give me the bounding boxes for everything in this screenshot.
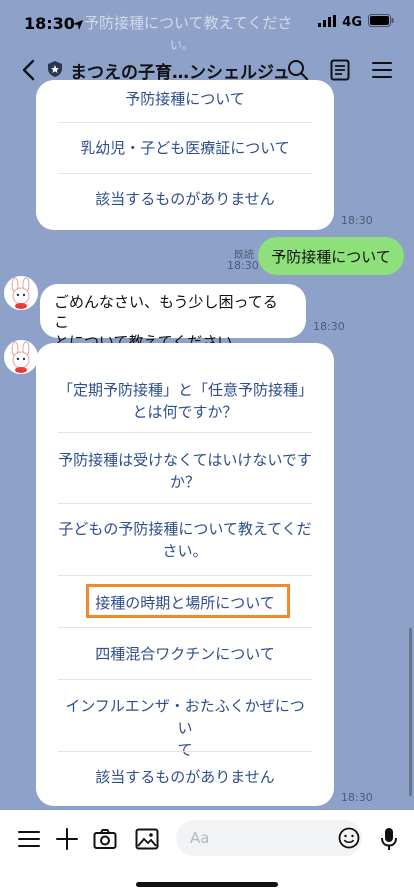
option-text-line: 子どもの予防接種について教えてくだ <box>58 520 312 538</box>
status-indicators: 4G <box>318 14 394 31</box>
option-is-vaccination-required[interactable]: 予防接種は受けなくてはいけないです か？ <box>58 449 312 493</box>
highlight-box <box>86 584 290 618</box>
top-options-card: 予防接種について 乳幼児・子ども医療証について 該当するものがありません <box>36 80 334 230</box>
option-text-line: て <box>177 741 193 759</box>
divider <box>58 751 312 752</box>
add-button[interactable] <box>54 826 80 852</box>
home-indicator <box>136 882 278 887</box>
hamburger-icon <box>18 831 40 847</box>
divider <box>58 122 312 123</box>
status-bar: 18:30 予防接種について教えてくださ い。 4G <box>0 0 414 52</box>
battery-icon <box>368 14 394 31</box>
option-periodic-vs-optional[interactable]: 「定期予防接種」と「任意予防接種」 とは何ですか？ <box>58 379 314 423</box>
plus-icon <box>56 828 78 850</box>
search-button[interactable] <box>286 58 310 82</box>
signal-icon <box>318 14 337 31</box>
divider <box>58 679 312 680</box>
timestamp: 18:30 <box>227 259 259 272</box>
scrollbar[interactable] <box>409 628 412 796</box>
notes-icon <box>330 59 350 81</box>
option-text-line: とは何ですか？ <box>132 403 238 421</box>
timestamp: 18:30 <box>313 320 345 333</box>
location-arrow-icon <box>72 16 84 35</box>
microphone-icon <box>381 828 397 850</box>
option-text-line: 予防接種は受けなくてはいけないです <box>58 451 312 469</box>
voice-button[interactable] <box>376 826 402 852</box>
option-text-line: か？ <box>169 473 200 491</box>
search-icon <box>288 60 309 81</box>
image-button[interactable] <box>134 826 160 852</box>
status-time: 18:30 <box>24 14 75 33</box>
menu-button[interactable] <box>370 58 394 82</box>
hamburger-icon <box>372 62 392 78</box>
divider <box>58 432 312 433</box>
option-text-line: さい。 <box>162 542 208 560</box>
network-label: 4G <box>342 15 362 30</box>
official-shield-icon <box>46 60 64 82</box>
notification-banner-ghost: 予防接種について教えてくださ <box>84 14 293 32</box>
divider <box>58 575 312 576</box>
divider <box>58 627 312 628</box>
emoji-icon <box>338 827 360 849</box>
timestamp: 18:30 <box>341 214 373 227</box>
user-message-bubble[interactable]: 予防接種について <box>258 237 404 275</box>
option-child-vaccination-info[interactable]: 子どもの予防接種について教えてくだ さい。 <box>58 518 312 562</box>
bot-message-bubble[interactable]: ごめんなさい、もう少し困ってるこ とについて教えてください。 <box>40 284 306 351</box>
back-button[interactable] <box>16 56 40 84</box>
menu-toggle-button[interactable] <box>16 826 42 852</box>
emoji-button[interactable] <box>338 827 360 853</box>
divider <box>58 503 312 504</box>
message-input[interactable] <box>176 820 362 856</box>
notes-button[interactable] <box>328 58 352 82</box>
option-none-applicable[interactable]: 該当するものがありません <box>58 188 312 210</box>
option-vaccination[interactable]: 予防接種について <box>58 88 312 110</box>
timestamp: 18:30 <box>341 791 373 804</box>
divider <box>58 173 312 174</box>
bot-avatar[interactable] <box>4 340 38 374</box>
option-text-line: 「定期予防接種」と「任意予防接種」 <box>58 381 314 399</box>
user-message-text: 予防接種について <box>271 247 391 266</box>
bot-avatar[interactable] <box>4 276 38 310</box>
rabbit-mascot-icon <box>4 340 38 374</box>
option-medical-certificate[interactable]: 乳幼児・子ども医療証について <box>58 137 312 159</box>
chevron-left-icon <box>22 59 35 81</box>
bot-message-line1: ごめんなさい、もう少し困ってるこ <box>54 293 278 331</box>
image-icon <box>135 828 159 850</box>
option-none-applicable[interactable]: 該当するものがありません <box>58 766 312 788</box>
camera-icon <box>93 829 117 849</box>
rabbit-mascot-icon <box>4 276 38 310</box>
option-four-mixed-vaccine[interactable]: 四種混合ワクチンについて <box>58 643 312 665</box>
camera-button[interactable] <box>92 826 118 852</box>
option-text-line: インフルエンザ・おたふくかぜについ <box>65 697 305 737</box>
options-card: 「定期予防接種」と「任意予防接種」 とは何ですか？ 予防接種は受けなくてはいけな… <box>36 343 334 806</box>
